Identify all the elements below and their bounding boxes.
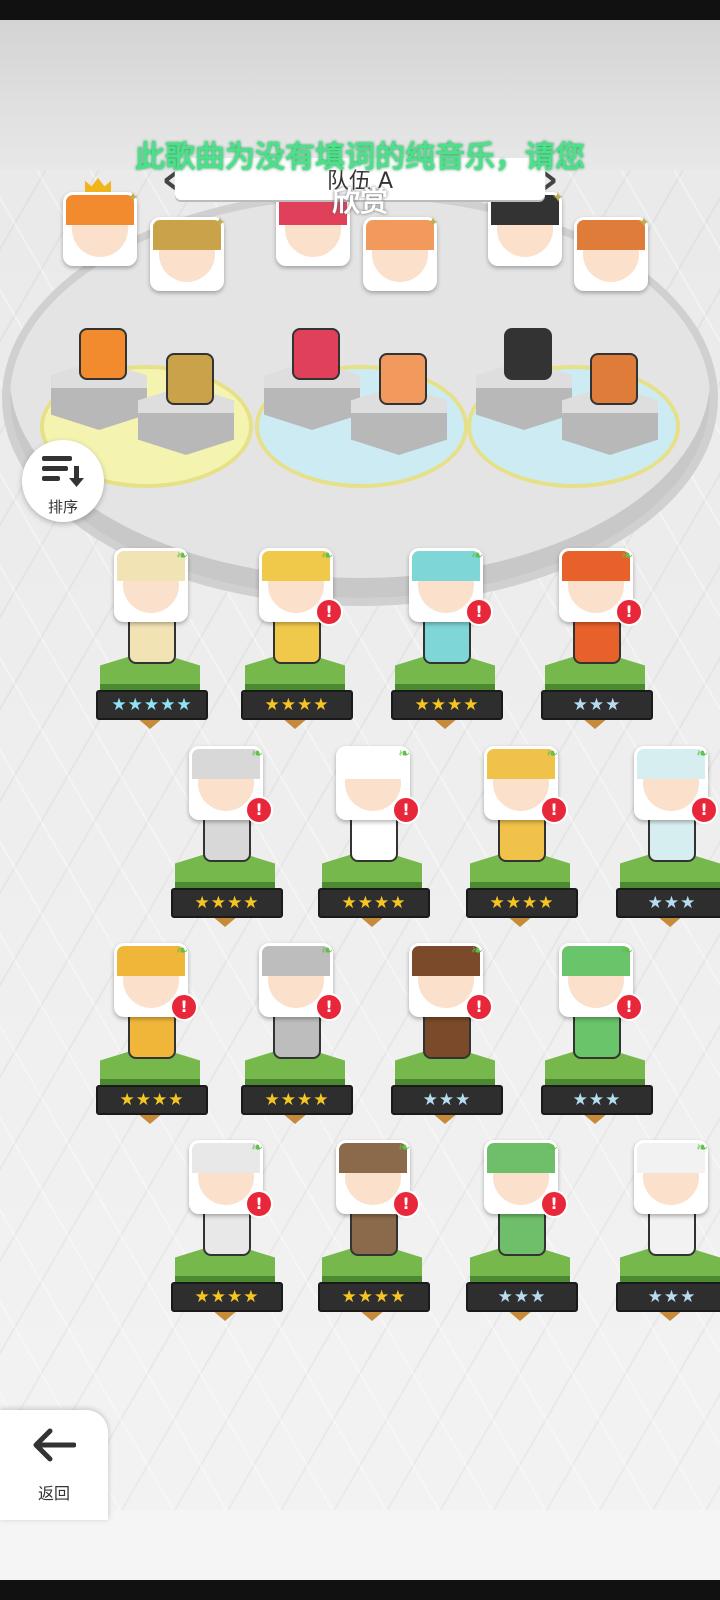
leaf-icon: ❧	[176, 548, 188, 564]
hero-card-13[interactable]: ❧! ★★★★	[171, 1132, 283, 1332]
leaf-icon: ❧	[471, 943, 483, 959]
star-rating: ★★★★	[318, 1282, 430, 1312]
hero-card-5[interactable]: ❧! ★★★★	[171, 738, 283, 938]
leaf-icon: ❧	[546, 746, 558, 762]
star-rating: ★★★★	[241, 690, 353, 720]
hero-card-6[interactable]: ❧! ★★★★	[318, 738, 430, 938]
hero-card-3[interactable]: ❧! ★★★★	[391, 540, 503, 740]
star-rating: ★★★	[466, 1282, 578, 1312]
star-rating: ★★★★	[241, 1085, 353, 1115]
hero-card-9[interactable]: ❧! ★★★★	[96, 935, 208, 1135]
star-rating: ★★★	[541, 690, 653, 720]
hero-card-7[interactable]: ❧! ★★★★	[466, 738, 578, 938]
hero-card-11[interactable]: ❧! ★★★	[391, 935, 503, 1135]
sort-button[interactable]: 排序	[22, 440, 104, 522]
hero-card-14[interactable]: ❧! ★★★★	[318, 1132, 430, 1332]
leaf-icon: ❧	[398, 746, 410, 762]
sort-icon	[42, 456, 84, 487]
alert-badge-icon: !	[465, 598, 493, 626]
leaf-icon: ❧	[546, 1140, 558, 1156]
alert-badge-icon: !	[315, 598, 343, 626]
alert-badge-icon: !	[245, 1190, 273, 1218]
team-member-3[interactable]: ✦	[264, 178, 360, 430]
alert-badge-icon: !	[540, 796, 568, 824]
alert-badge-icon: !	[615, 993, 643, 1021]
team-member-6[interactable]: ✦	[562, 215, 658, 455]
alert-badge-icon: !	[465, 993, 493, 1021]
leaf-icon: ❧	[621, 548, 633, 564]
game-scene: 队伍 A ‹ › 此歌曲为没有填词的纯音乐，请您 欣赏 ✦✦✦✦✦✦ ❧★★★★…	[0, 20, 720, 1580]
star-rating: ★★★★★	[96, 690, 208, 720]
back-label: 返回	[37, 1484, 70, 1503]
team-member-1[interactable]: ✦	[51, 178, 147, 430]
hero-card-2[interactable]: ❧! ★★★★	[241, 540, 353, 740]
leaf-icon: ❧	[621, 943, 633, 959]
star-rating: ★★★★	[318, 888, 430, 918]
hero-card-16[interactable]: ❧ ★★★	[616, 1132, 720, 1332]
character-sprite	[166, 353, 214, 405]
hero-card-12[interactable]: ❧! ★★★	[541, 935, 653, 1135]
portrait-hair	[153, 220, 221, 250]
sort-label: 排序	[47, 498, 78, 516]
prev-team-arrow-icon[interactable]: ‹	[158, 154, 182, 204]
portrait-hair	[366, 220, 434, 250]
star-rating: ★★★	[616, 1282, 720, 1312]
star-rating: ★★★★	[96, 1085, 208, 1115]
star-rating: ★★★★	[466, 888, 578, 918]
star-rating: ★★★	[541, 1085, 653, 1115]
lyric-overlay: 此歌曲为没有填词的纯音乐，请您	[135, 140, 585, 175]
leaf-icon: ❧	[176, 943, 188, 959]
star-rating: ★★★	[391, 1085, 503, 1115]
leaf-icon: ❧	[398, 1140, 410, 1156]
back-button[interactable]: 返回	[0, 1410, 108, 1520]
character-sprite	[79, 328, 127, 380]
leaf-icon: ❧	[696, 746, 708, 762]
character-sprite	[379, 353, 427, 405]
back-arrow-icon	[33, 1428, 76, 1462]
team-member-5[interactable]: ✦	[476, 178, 572, 430]
character-sprite	[292, 328, 340, 380]
alert-badge-icon: !	[315, 993, 343, 1021]
leaf-icon: ❧	[251, 1140, 263, 1156]
leaf-icon: ❧	[321, 548, 333, 564]
star-rating: ★★★★	[171, 888, 283, 918]
hero-card-15[interactable]: ❧! ★★★	[466, 1132, 578, 1332]
alert-badge-icon: !	[245, 796, 273, 824]
leaf-icon: ❧	[696, 1140, 708, 1156]
next-team-arrow-icon[interactable]: ›	[538, 154, 562, 204]
leaf-icon: ❧	[321, 943, 333, 959]
nav-bar	[0, 1580, 720, 1600]
team-member-4[interactable]: ✦	[351, 215, 447, 455]
alert-badge-icon: !	[392, 796, 420, 824]
team-member-2[interactable]: ✦	[138, 215, 234, 455]
character-sprite	[504, 328, 552, 380]
star-rating: ★★★★	[171, 1282, 283, 1312]
star-rating: ★★★	[616, 888, 720, 918]
alert-badge-icon: !	[615, 598, 643, 626]
bottom-bar	[0, 1510, 720, 1580]
status-bar	[0, 0, 720, 20]
leaf-icon: ❧	[471, 548, 483, 564]
alert-badge-icon: !	[690, 796, 718, 824]
hero-card-1[interactable]: ❧ ★★★★★	[96, 540, 208, 740]
hero-card-8[interactable]: ❧! ★★★	[616, 738, 720, 938]
leaf-icon: ❧	[251, 746, 263, 762]
alert-badge-icon: !	[540, 1190, 568, 1218]
alert-badge-icon: !	[392, 1190, 420, 1218]
portrait-hair	[577, 220, 645, 250]
hero-card-10[interactable]: ❧! ★★★★	[241, 935, 353, 1135]
lyric-overlay-second-line: 欣赏	[331, 185, 388, 218]
character-sprite	[590, 353, 638, 405]
star-rating: ★★★★	[391, 690, 503, 720]
hero-card-4[interactable]: ❧! ★★★	[541, 540, 653, 740]
alert-badge-icon: !	[170, 993, 198, 1021]
